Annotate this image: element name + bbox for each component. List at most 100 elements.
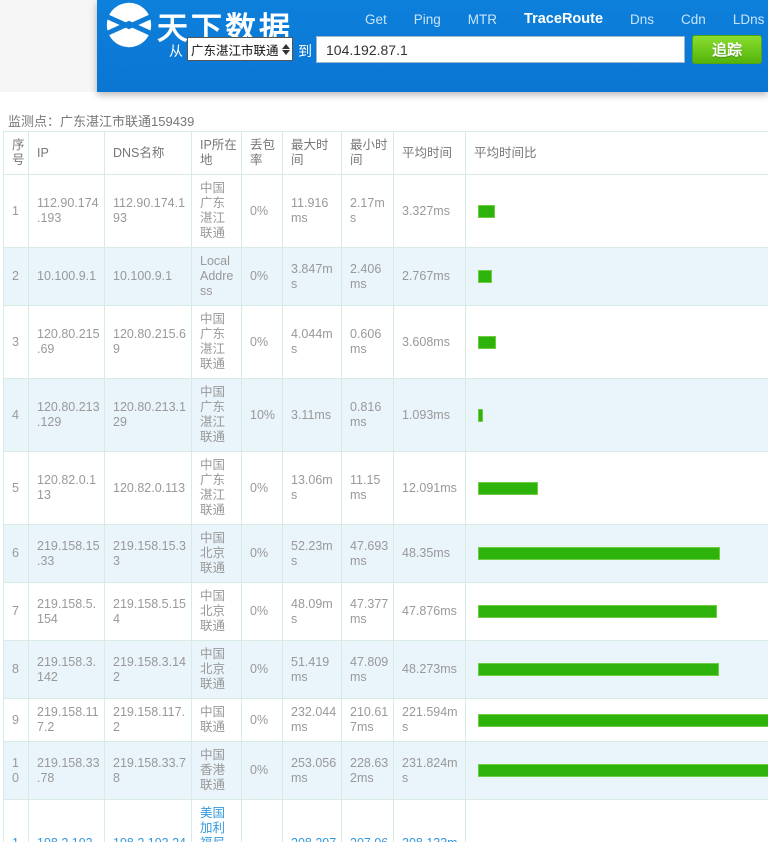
cell-loss: 0% xyxy=(242,583,283,641)
cell-avg-time-ratio xyxy=(466,525,768,583)
table-row: 7219.158.5.154219.158.5.154中国北京联通0%48.09… xyxy=(4,583,768,641)
cell-avg-time-ratio xyxy=(466,583,768,641)
column-header: 序号 xyxy=(4,132,29,175)
select-spinner-icon xyxy=(279,44,292,55)
cell-avg-time-ratio xyxy=(466,175,768,248)
nav-item-cdn[interactable]: Cdn xyxy=(681,12,706,27)
bar-clip xyxy=(478,764,768,777)
bar-clip xyxy=(478,482,768,495)
cell-avg[interactable]: 208.133ms xyxy=(394,800,466,842)
cell-max: 3.847ms xyxy=(283,248,342,306)
cell-avg-time-ratio xyxy=(466,641,768,699)
cell-loss[interactable]: 0% xyxy=(242,800,283,842)
cell-avg: 47.876ms xyxy=(394,583,466,641)
cell-avg: 48.273ms xyxy=(394,641,466,699)
cell-dns: 120.80.215.69 xyxy=(105,306,192,379)
bar-clip xyxy=(478,336,768,349)
table-row: 1112.90.174.193112.90.174.193中国广东湛江联通0%1… xyxy=(4,175,768,248)
cell-avg: 3.608ms xyxy=(394,306,466,379)
cell-no: 8 xyxy=(4,641,29,699)
cell-location: 中国广东湛江联通 xyxy=(192,452,242,525)
cell-ip: 219.158.33.78 xyxy=(29,742,105,800)
cell-max: 253.056ms xyxy=(283,742,342,800)
cell-avg-time-ratio xyxy=(466,800,768,842)
cell-loss: 0% xyxy=(242,452,283,525)
trace-form: 从 广东湛江市联通 到 追踪 xyxy=(97,34,768,66)
cell-loss: 0% xyxy=(242,525,283,583)
table-row: 3120.80.215.69120.80.215.69中国广东湛江联通0%4.0… xyxy=(4,306,768,379)
avg-time-bar xyxy=(478,663,719,676)
cell-no: 5 xyxy=(4,452,29,525)
bar-clip xyxy=(478,205,768,218)
avg-time-bar xyxy=(478,482,538,495)
avg-time-bar xyxy=(478,205,495,218)
cell-dns[interactable]: 198.2.193.242 xyxy=(105,800,192,842)
cell-location: 中国香港联通 xyxy=(192,742,242,800)
cell-ip[interactable]: 198.2.193.242 xyxy=(29,800,105,842)
bar-clip xyxy=(478,409,768,422)
cell-min: 11.15ms xyxy=(342,452,394,525)
bar-clip xyxy=(478,547,768,560)
nav-item-get[interactable]: Get xyxy=(365,12,387,27)
cell-avg: 231.824ms xyxy=(394,742,466,800)
table-row: 4120.80.213.129120.80.213.129中国广东湛江联通10%… xyxy=(4,379,768,452)
avg-time-bar xyxy=(478,605,717,618)
cell-loss: 0% xyxy=(242,742,283,800)
table-row: 11198.2.193.242198.2.193.242美国加利福尼亚州圣何塞0… xyxy=(4,800,768,842)
cell-ip: 120.80.215.69 xyxy=(29,306,105,379)
cell-no: 1 xyxy=(4,175,29,248)
cell-max: 51.419ms xyxy=(283,641,342,699)
cell-loss: 0% xyxy=(242,699,283,742)
cell-avg-time-ratio xyxy=(466,742,768,800)
avg-time-bar xyxy=(478,336,496,349)
cell-min: 0.816ms xyxy=(342,379,394,452)
cell-ip: 219.158.5.154 xyxy=(29,583,105,641)
main-nav: Get Ping MTR TraceRoute Dns Cdn LDns xyxy=(365,11,764,27)
column-header: IP xyxy=(29,132,105,175)
bar-clip xyxy=(478,605,768,618)
nav-item-dns[interactable]: Dns xyxy=(630,12,654,27)
cell-no[interactable]: 11 xyxy=(4,800,29,842)
monitor-point-line: 监测点：广东湛江市联通159439 xyxy=(8,111,194,130)
cell-loss: 0% xyxy=(242,306,283,379)
column-header: 最小时间 xyxy=(342,132,394,175)
cell-dns: 120.80.213.129 xyxy=(105,379,192,452)
cell-loss: 0% xyxy=(242,248,283,306)
nav-item-mtr[interactable]: MTR xyxy=(468,12,497,27)
nav-item-ldns[interactable]: LDns xyxy=(733,12,765,27)
cell-location: 中国北京联通 xyxy=(192,583,242,641)
cell-avg-time-ratio xyxy=(466,379,768,452)
cell-avg: 221.594ms xyxy=(394,699,466,742)
cell-avg: 12.091ms xyxy=(394,452,466,525)
target-host-input[interactable] xyxy=(316,36,685,63)
cell-ip: 112.90.174.193 xyxy=(29,175,105,248)
cell-location: 中国广东湛江联通 xyxy=(192,175,242,248)
monitor-location-select[interactable]: 广东湛江市联通 xyxy=(187,37,293,61)
cell-location: 中国广东湛江联通 xyxy=(192,379,242,452)
cell-location: 中国联通 xyxy=(192,699,242,742)
header: 天下数据 GetPingMTRTraceRouteDnsCdnLDns 从 广东… xyxy=(97,0,768,92)
cell-ip: 120.82.0.113 xyxy=(29,452,105,525)
column-header: IP所在地 xyxy=(192,132,242,175)
nav-item-traceroute[interactable]: TraceRoute xyxy=(524,11,603,27)
column-header: 最大时间 xyxy=(283,132,342,175)
traceroute-table: 序号IPDNS名称IP所在地丢包率最大时间最小时间平均时间平均时间比 1112.… xyxy=(3,131,768,842)
table-row: 5120.82.0.113120.82.0.113中国广东湛江联通0%13.06… xyxy=(4,452,768,525)
cell-ip: 219.158.15.33 xyxy=(29,525,105,583)
cell-max: 48.09ms xyxy=(283,583,342,641)
cell-min[interactable]: 207.969ms xyxy=(342,800,394,842)
cell-avg: 2.767ms xyxy=(394,248,466,306)
cell-max[interactable]: 208.297ms xyxy=(283,800,342,842)
cell-max: 13.06ms xyxy=(283,452,342,525)
cell-dns: 219.158.33.78 xyxy=(105,742,192,800)
cell-avg-time-ratio xyxy=(466,699,768,742)
column-header: DNS名称 xyxy=(105,132,192,175)
cell-max: 11.916ms xyxy=(283,175,342,248)
cell-location[interactable]: 美国加利福尼亚州圣何塞 xyxy=(192,800,242,842)
cell-no: 10 xyxy=(4,742,29,800)
trace-button[interactable]: 追踪 xyxy=(692,35,762,64)
nav-item-ping[interactable]: Ping xyxy=(414,12,441,27)
page: 天下数据 GetPingMTRTraceRouteDnsCdnLDns 从 广东… xyxy=(0,0,768,842)
bar-clip xyxy=(478,663,768,676)
cell-no: 7 xyxy=(4,583,29,641)
